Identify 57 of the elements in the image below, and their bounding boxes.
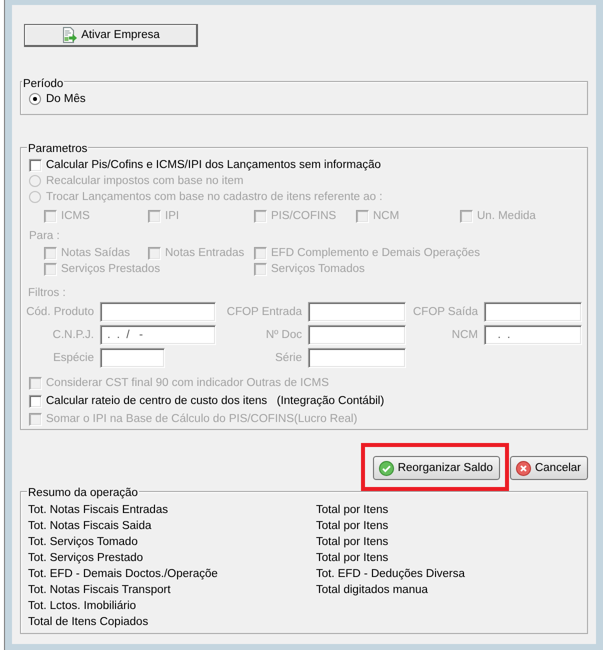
- field-label: C.N.P.J.: [52, 329, 94, 341]
- summary-label: Total por Itens: [316, 503, 388, 518]
- field-label: Série: [275, 352, 302, 364]
- text-field[interactable]: [100, 302, 216, 322]
- activate-company-button[interactable]: Ativar Empresa: [24, 24, 198, 47]
- summary-label: Tot. Serviços Prestado: [28, 551, 144, 566]
- summary-label: Tot. Notas Fiscais Entradas: [28, 503, 168, 518]
- text-field[interactable]: [308, 348, 406, 368]
- checkbox-label: Calcular Pis/Cofins e ICMS/IPI dos Lançamentos sem informação: [46, 158, 381, 173]
- summary-label: Total por Itens: [316, 519, 388, 534]
- summary-label: Tot. EFD - Deduções Diversa: [316, 567, 465, 582]
- field-label: NCM: [452, 329, 478, 341]
- checkbox[interactable]: [29, 158, 42, 172]
- checkbox-label: Considerar CST final 90 com indicador Outras de ICMS: [46, 376, 329, 391]
- field-label: Espécie: [53, 352, 94, 364]
- checkbox-label: ICMS: [61, 209, 90, 224]
- summary-label: Total de Itens Copiados: [28, 615, 148, 630]
- checkbox-label: EFD Complemento e Demais Operações: [271, 246, 480, 261]
- cancel-button[interactable]: Cancelar: [510, 456, 588, 480]
- field-label: CFOP Saída: [413, 306, 478, 318]
- summary-label: Total digitados manua: [316, 583, 428, 598]
- summary-label: Tot. Notas Fiscais Transport: [28, 583, 171, 598]
- field-label: Nº Doc: [266, 329, 302, 341]
- checkbox-label: Serviços Prestados: [61, 262, 160, 277]
- confirm-button[interactable]: Reorganizar Saldo: [372, 456, 500, 480]
- checkbox-label: NCM: [373, 209, 400, 224]
- checkbox-label: Calcular rateio de centro de custo dos itens (Integração Contábil): [46, 394, 384, 409]
- checkbox-label: Somar o IPI na Base de Cálculo do PIS/COFINS(Lucro Real): [46, 412, 358, 427]
- field-label: CFOP Entrada: [226, 306, 302, 318]
- x-circle-icon: [516, 460, 531, 476]
- text-field[interactable]: [484, 302, 582, 322]
- radio-button[interactable]: [29, 93, 41, 105]
- text-field[interactable]: [100, 348, 165, 368]
- checkbox-label: PIS/COFINS: [271, 209, 336, 224]
- document-arrow-icon: [61, 27, 78, 43]
- group-title: Resumo da operação: [27, 486, 139, 500]
- checkbox-label: Serviços Tomados: [271, 262, 365, 277]
- summary-label: Tot. Lctos. Imobiliário: [28, 599, 136, 614]
- checkbox[interactable]: [29, 394, 42, 408]
- checkbox-label: IPI: [165, 209, 180, 224]
- radio-label: Do Mês: [46, 92, 86, 107]
- text-field[interactable]: [308, 325, 406, 345]
- section-label: Para :: [29, 229, 60, 244]
- summary-label: Tot. EFD - Demais Doctos./Operaçõe: [28, 567, 218, 582]
- field-label: Cód. Produto: [26, 306, 94, 318]
- section-label: Filtros :: [28, 286, 66, 301]
- radio-label: Trocar Lançamentos com base no cadastro de itens referente ao :: [46, 190, 382, 205]
- summary-label: Tot. Notas Fiscais Saida: [28, 519, 152, 534]
- summary-label: Total por Itens: [316, 551, 388, 566]
- checkbox-label: Notas Saídas: [61, 246, 130, 261]
- summary-label: Total por Itens: [316, 535, 388, 550]
- text-field[interactable]: [308, 302, 406, 322]
- checkbox-label: Notas Entradas: [165, 246, 244, 261]
- summary-label: Tot. Serviços Tomado: [28, 535, 138, 550]
- check-circle-icon: [378, 460, 394, 476]
- checkbox-label: Un. Medida: [477, 209, 536, 224]
- radio-label: Recalcular impostos com base no item: [46, 174, 244, 189]
